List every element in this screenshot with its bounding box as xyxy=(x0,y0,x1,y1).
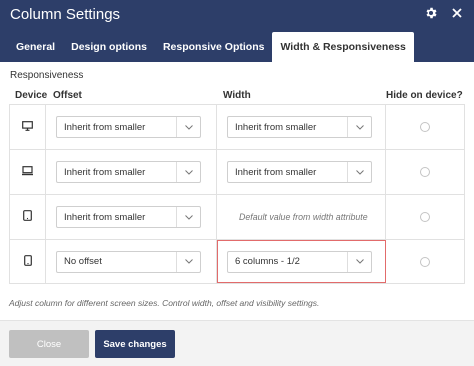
responsiveness-table: Device Offset Width Hide on device? Inhe… xyxy=(9,88,465,284)
device-cell xyxy=(9,240,46,283)
offset-cell: Inherit from smaller xyxy=(46,150,217,194)
offset-select[interactable]: Inherit from smaller xyxy=(56,116,201,138)
close-button[interactable]: Close xyxy=(9,330,89,358)
width-select-value: Inherit from smaller xyxy=(235,121,317,133)
width-select[interactable]: Inherit from smaller xyxy=(227,116,372,138)
phone-icon xyxy=(23,253,32,271)
table-row: Inherit from smaller Inherit from smalle… xyxy=(9,149,465,194)
table-row: No offset 6 columns - 1/2 xyxy=(9,239,465,284)
width-cell: Default value from width attribute xyxy=(217,195,386,239)
tab-bar: General Design options Responsive Option… xyxy=(8,32,414,62)
header-offset: Offset xyxy=(53,90,82,101)
header-actions xyxy=(422,4,466,22)
table-row: Inherit from smaller Inherit from smalle… xyxy=(9,104,465,149)
hide-cell xyxy=(386,240,465,283)
help-note: Adjust column for different screen sizes… xyxy=(9,298,320,308)
offset-select[interactable]: Inherit from smaller xyxy=(56,206,201,228)
device-cell xyxy=(9,195,46,239)
chevron-down-icon xyxy=(176,207,200,227)
dialog-footer: Close Save changes xyxy=(0,320,474,366)
tab-width-responsiveness[interactable]: Width & Responsiveness xyxy=(272,32,414,62)
save-changes-button[interactable]: Save changes xyxy=(95,330,175,358)
hide-cell xyxy=(386,195,465,239)
tablet-icon xyxy=(23,208,32,226)
width-select-value: 6 columns - 1/2 xyxy=(235,256,300,267)
desktop-icon xyxy=(22,118,33,136)
offset-select-value: Inherit from smaller xyxy=(64,121,146,133)
device-cell xyxy=(9,105,46,149)
chevron-down-icon xyxy=(176,117,200,137)
hide-cell xyxy=(386,150,465,194)
tab-design-options[interactable]: Design options xyxy=(63,32,155,62)
offset-select-value: Inherit from smaller xyxy=(64,166,146,178)
width-default-note: Default value from width attribute xyxy=(239,212,368,222)
chevron-down-icon xyxy=(176,162,200,182)
width-select[interactable]: 6 columns - 1/2 xyxy=(227,250,372,273)
width-cell: Inherit from smaller xyxy=(217,105,386,149)
hide-on-device-checkbox[interactable] xyxy=(420,122,430,132)
offset-cell: Inherit from smaller xyxy=(46,105,217,149)
header-hide: Hide on device? xyxy=(386,90,463,101)
offset-select[interactable]: Inherit from smaller xyxy=(56,161,201,183)
hide-on-device-checkbox[interactable] xyxy=(420,167,430,177)
offset-select-value: No offset xyxy=(64,256,102,267)
laptop-icon xyxy=(22,163,33,181)
width-select-value: Inherit from smaller xyxy=(235,166,317,178)
width-cell: Inherit from smaller xyxy=(217,150,386,194)
table-row: Inherit from smaller Default value from … xyxy=(9,194,465,239)
offset-cell: No offset xyxy=(46,240,217,283)
header-device: Device xyxy=(15,90,48,101)
device-cell xyxy=(9,150,46,194)
gear-icon[interactable] xyxy=(422,4,440,22)
offset-select-value: Inherit from smaller xyxy=(64,211,146,223)
dialog-title: Column Settings xyxy=(10,6,121,23)
close-icon[interactable] xyxy=(448,4,466,22)
tab-general[interactable]: General xyxy=(8,32,63,62)
hide-on-device-checkbox[interactable] xyxy=(420,256,430,267)
header-width: Width xyxy=(223,90,251,101)
hide-on-device-checkbox[interactable] xyxy=(420,212,430,222)
hide-cell xyxy=(386,105,465,149)
offset-select[interactable]: No offset xyxy=(56,250,201,273)
width-select[interactable]: Inherit from smaller xyxy=(227,161,372,183)
tab-responsive-options[interactable]: Responsive Options xyxy=(155,32,273,62)
table-header: Device Offset Width Hide on device? xyxy=(9,88,465,104)
chevron-down-icon xyxy=(347,117,371,137)
chevron-down-icon xyxy=(176,251,200,272)
section-title: Responsiveness xyxy=(10,70,84,81)
chevron-down-icon xyxy=(347,251,371,272)
chevron-down-icon xyxy=(347,162,371,182)
offset-cell: Inherit from smaller xyxy=(46,195,217,239)
width-cell-highlighted: 6 columns - 1/2 xyxy=(217,240,386,283)
dialog-header: Column Settings General Design options R… xyxy=(0,0,474,62)
